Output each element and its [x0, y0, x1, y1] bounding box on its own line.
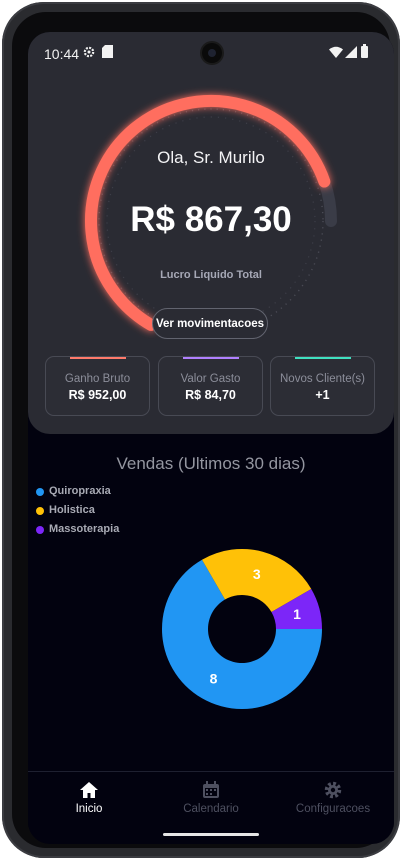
phone-frame: 10:44 Ola, Sr. Murilo R$ 867,30 Lucro Li… — [2, 2, 400, 858]
sd-card-icon — [102, 45, 113, 58]
bottom-navigation: Inicio Calendario Configuracoes — [28, 771, 394, 827]
nav-tab-home[interactable]: Inicio — [28, 772, 150, 827]
stat-card-new-clients[interactable]: Novos Cliente(s) +1 — [270, 356, 375, 416]
stat-label: Novos Cliente(s) — [280, 373, 365, 385]
nav-tab-calendar[interactable]: Calendario — [150, 772, 272, 827]
donut-value-label: 3 — [253, 566, 261, 582]
signal-icon — [345, 46, 357, 58]
donut-value-label: 1 — [293, 606, 301, 622]
home-icon — [80, 782, 98, 798]
sales-chart-title: Vendas (Ultimos 30 dias) — [116, 454, 306, 473]
stat-accent-bar — [295, 357, 351, 359]
donut-value-label: 8 — [210, 670, 218, 686]
stat-accent-bar — [183, 357, 239, 359]
battery-icon — [361, 44, 368, 58]
legend-label: Quiropraxia — [49, 485, 111, 497]
legend-label: Holistica — [49, 504, 95, 516]
stat-value: +1 — [315, 388, 330, 402]
wifi-icon — [329, 46, 343, 58]
total-profit-amount: R$ 867,30 — [130, 200, 292, 239]
nav-label: Calendario — [183, 803, 239, 815]
greeting: Ola, Sr. Murilo — [157, 148, 265, 167]
app-screen: 10:44 Ola, Sr. Murilo R$ 867,30 Lucro Li… — [28, 32, 394, 844]
status-time: 10:44 — [44, 46, 80, 62]
stat-label: Ganho Bruto — [64, 373, 131, 385]
stat-value: R$ 84,70 — [185, 388, 236, 402]
legend-swatch — [36, 488, 44, 496]
nav-label: Configuracoes — [295, 803, 371, 815]
stat-card-spent[interactable]: Valor Gasto R$ 84,70 — [158, 356, 263, 416]
front-camera — [202, 43, 222, 63]
settings-status-icon — [83, 46, 95, 58]
stat-card-gross[interactable]: Ganho Bruto R$ 952,00 — [45, 356, 150, 416]
legend-swatch — [36, 507, 44, 515]
stat-accent-bar — [70, 357, 126, 359]
sales-donut-chart: 8 3 1 — [161, 549, 322, 709]
gear-icon — [324, 781, 342, 799]
phone-bezel: 10:44 Ola, Sr. Murilo R$ 867,30 Lucro Li… — [12, 12, 394, 848]
total-profit-label: Lucro Liquido Total — [160, 269, 262, 281]
stat-label: Valor Gasto — [180, 373, 241, 385]
calendar-icon — [203, 781, 219, 798]
nav-tab-settings[interactable]: Configuracoes — [272, 772, 394, 827]
nav-label: Inicio — [75, 803, 103, 815]
gesture-home-bar[interactable] — [163, 833, 259, 836]
summary-card: 10:44 Ola, Sr. Murilo R$ 867,30 Lucro Li… — [28, 32, 394, 434]
stat-value: R$ 952,00 — [68, 388, 127, 402]
view-transactions-button[interactable]: Ver movimentacoes — [152, 308, 268, 339]
